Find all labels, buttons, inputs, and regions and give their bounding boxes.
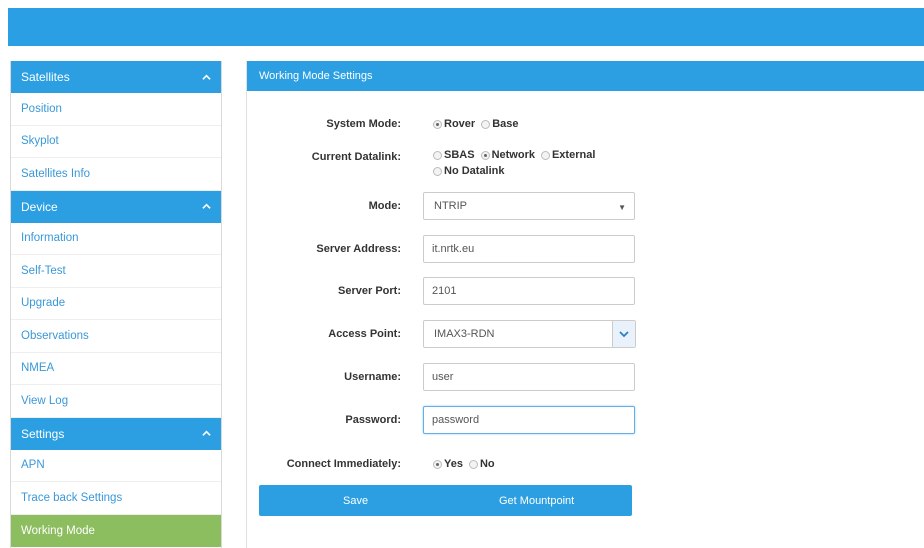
- connect-immediately-options: Yes No: [433, 458, 633, 470]
- sidebar-item-trace-back-settings[interactable]: Trace back Settings: [11, 482, 221, 515]
- access-point-combobox[interactable]: IMAX3-RDN: [423, 320, 636, 348]
- radio-unselected-icon: [468, 459, 478, 469]
- sidebar-item-information[interactable]: Information: [11, 223, 221, 255]
- radio-label: Yes: [444, 458, 463, 470]
- working-mode-panel: Working Mode Settings System Mode: Rover…: [246, 61, 924, 548]
- radio-label: Base: [492, 118, 519, 130]
- sidebar-section-satellites[interactable]: Satellites: [11, 61, 221, 93]
- sidebar-item-view-log[interactable]: View Log: [11, 385, 221, 418]
- radio-no[interactable]: No: [468, 458, 495, 470]
- section-title: Settings: [21, 426, 65, 441]
- sidebar-item-skyplot[interactable]: Skyplot: [11, 126, 221, 158]
- sidebar-item-nmea[interactable]: NMEA: [11, 353, 221, 385]
- panel-title: Working Mode Settings: [247, 61, 924, 91]
- username-input[interactable]: [423, 363, 635, 391]
- radio-label: External: [551, 149, 596, 161]
- server-address-input[interactable]: [423, 235, 635, 263]
- chevron-up-icon: [202, 430, 211, 436]
- sidebar-item-observations[interactable]: Observations: [11, 320, 221, 353]
- radio-label: Network: [491, 149, 535, 161]
- radio-unselected-icon: [481, 119, 491, 129]
- mode-label: Mode:: [368, 200, 401, 212]
- current-datalink-options: SBAS Network External No Datalink: [433, 149, 633, 177]
- mode-select[interactable]: NTRIP ▼: [423, 192, 635, 220]
- radio-network[interactable]: Network: [480, 149, 535, 161]
- radio-selected-icon: [480, 150, 490, 160]
- radio-selected-icon: [433, 459, 442, 469]
- sidebar: Satellites Position Skyplot Satellites I…: [10, 61, 222, 548]
- radio-unselected-icon: [433, 166, 442, 176]
- chevron-down-icon: [619, 331, 629, 338]
- system-mode-options: Rover Base: [433, 118, 633, 130]
- radio-label: SBAS: [444, 149, 475, 161]
- radio-label: Rover: [444, 118, 476, 130]
- username-label: Username:: [344, 371, 401, 383]
- action-button-bar: Save Get Mountpoint: [259, 485, 632, 516]
- radio-base[interactable]: Base: [481, 118, 518, 130]
- connect-immediately-label: Connect Immediately:: [286, 458, 401, 470]
- access-point-value: IMAX3-RDN: [434, 328, 495, 340]
- sidebar-item-satellites-info[interactable]: Satellites Info: [11, 158, 221, 191]
- sidebar-item-position[interactable]: Position: [11, 93, 221, 126]
- mode-select-value: NTRIP: [434, 200, 467, 212]
- section-title: Device: [21, 199, 58, 214]
- radio-label: No: [479, 458, 495, 470]
- section-title: Satellites: [21, 70, 70, 84]
- sidebar-item-self-test[interactable]: Self-Test: [11, 255, 221, 288]
- server-address-label: Server Address:: [316, 243, 401, 255]
- sidebar-item-apn[interactable]: APN: [11, 450, 221, 482]
- radio-label: No Datalink: [444, 165, 505, 177]
- save-button[interactable]: Save: [343, 485, 368, 516]
- radio-sbas[interactable]: SBAS: [433, 149, 475, 161]
- sidebar-item-working-mode[interactable]: Working Mode: [11, 514, 221, 547]
- sidebar-item-upgrade[interactable]: Upgrade: [11, 288, 221, 320]
- password-input[interactable]: [423, 406, 635, 434]
- radio-no-datalink[interactable]: No Datalink: [433, 165, 505, 177]
- top-header-bar: [8, 8, 924, 46]
- current-datalink-label: Current Datalink:: [311, 151, 401, 163]
- system-mode-label: System Mode:: [326, 118, 401, 130]
- chevron-up-icon: [202, 203, 211, 209]
- radio-external[interactable]: External: [540, 149, 596, 161]
- dropdown-arrow-icon: ▼: [618, 203, 626, 212]
- sidebar-section-settings[interactable]: Settings: [11, 417, 221, 450]
- access-point-label: Access Point:: [328, 328, 401, 340]
- combo-dropdown-button[interactable]: [612, 321, 635, 347]
- sidebar-section-device[interactable]: Device: [11, 190, 221, 223]
- radio-unselected-icon: [433, 150, 442, 160]
- chevron-up-icon: [202, 74, 211, 80]
- server-port-label: Server Port:: [338, 285, 401, 297]
- server-port-input[interactable]: [423, 277, 635, 305]
- radio-selected-icon: [433, 119, 442, 129]
- password-label: Password:: [345, 414, 401, 426]
- radio-yes[interactable]: Yes: [433, 458, 463, 470]
- radio-unselected-icon: [540, 150, 550, 160]
- get-mountpoint-button[interactable]: Get Mountpoint: [499, 485, 574, 516]
- radio-rover[interactable]: Rover: [433, 118, 475, 130]
